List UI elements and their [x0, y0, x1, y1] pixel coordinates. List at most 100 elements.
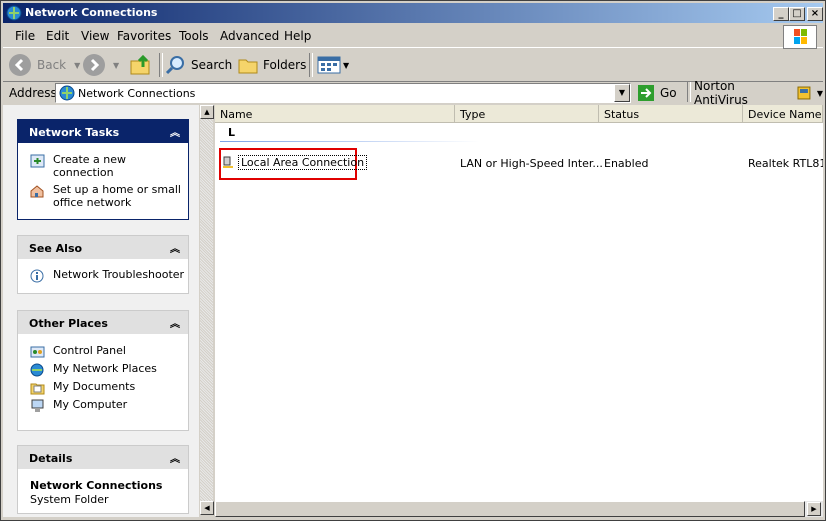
- details-panel: Details ︽ Network Connections System Fol…: [17, 445, 189, 514]
- forward-arrow-icon: [83, 54, 105, 76]
- task-label: My Computer: [53, 398, 128, 411]
- menu-favorites[interactable]: Favorites: [117, 29, 171, 43]
- group-divider: [220, 141, 480, 142]
- network-connections-icon: [6, 5, 22, 21]
- minimize-button[interactable]: _: [773, 7, 789, 21]
- address-field[interactable]: Network Connections ▼: [55, 83, 631, 103]
- column-header-name[interactable]: Name: [215, 105, 455, 123]
- other-places-header[interactable]: Other Places ︽: [18, 311, 188, 334]
- toolbar-separator: [687, 82, 691, 102]
- folders-button[interactable]: Folders: [237, 53, 306, 77]
- my-documents-link[interactable]: My Documents: [18, 380, 188, 395]
- views-dropdown-icon[interactable]: ▼: [343, 61, 349, 70]
- see-also-header[interactable]: See Also ︽: [18, 236, 188, 259]
- go-arrow-icon: [638, 85, 654, 101]
- info-icon: [30, 269, 44, 283]
- panel-title: Other Places: [29, 317, 108, 330]
- back-label: Back: [37, 58, 67, 72]
- norton-dropdown-icon[interactable]: ▼: [817, 89, 823, 98]
- scroll-right-button[interactable]: ▶: [807, 502, 821, 516]
- panel-title: See Also: [29, 242, 83, 255]
- title-bar[interactable]: Network Connections _ □ ×: [3, 3, 823, 23]
- collapse-icon[interactable]: ︽: [170, 450, 180, 465]
- column-header-type[interactable]: Type: [455, 105, 599, 123]
- my-computer-link[interactable]: My Computer: [18, 398, 188, 412]
- home-network-icon: [30, 185, 44, 198]
- back-arrow-icon: [9, 54, 31, 76]
- create-connection-link[interactable]: Create a new connection: [18, 153, 188, 179]
- menu-edit[interactable]: Edit: [46, 29, 69, 43]
- menu-help[interactable]: Help: [284, 29, 311, 43]
- task-pane: Network Tasks ︽ Create a new connection …: [3, 105, 199, 517]
- standard-toolbar: Back ▼ ▼ Search Folders ▼: [3, 49, 823, 82]
- my-computer-icon: [31, 399, 44, 412]
- go-label: Go: [660, 86, 677, 100]
- folders-label: Folders: [263, 58, 307, 72]
- lan-connection-icon: [223, 156, 233, 168]
- column-header-status[interactable]: Status: [599, 105, 743, 123]
- views-icon: [317, 56, 341, 74]
- menu-file[interactable]: File: [15, 29, 35, 43]
- network-connections-icon: [59, 85, 75, 101]
- connection-device: Realtek RTL813: [748, 157, 823, 170]
- search-icon: [165, 56, 184, 75]
- control-panel-icon: [30, 346, 45, 358]
- window-title: Network Connections: [25, 6, 158, 19]
- connection-name: Local Area Connection: [238, 154, 368, 170]
- see-also-panel: See Also ︽ Network Troubleshooter: [17, 235, 189, 294]
- horizontal-scrollbar[interactable]: ▶: [215, 501, 823, 517]
- scroll-thumb[interactable]: [215, 501, 805, 517]
- menu-tools[interactable]: Tools: [179, 29, 209, 43]
- collapse-icon[interactable]: ︽: [170, 124, 180, 139]
- collapse-icon[interactable]: ︽: [170, 315, 180, 330]
- task-label: Create a new connection: [53, 153, 127, 179]
- address-bar: Address Network Connections ▼ Go Norton …: [3, 79, 823, 107]
- network-tasks-panel: Network Tasks ︽ Create a new connection …: [17, 119, 189, 220]
- group-header: L: [228, 126, 236, 139]
- norton-label: Norton AntiVirus: [694, 79, 748, 107]
- norton-antivirus-button[interactable]: Norton AntiVirus ▼: [694, 79, 823, 107]
- home-network-link[interactable]: Set up a home or small office network: [18, 183, 188, 209]
- toolbar-separator: [159, 53, 163, 77]
- folders-icon: [238, 59, 258, 74]
- close-button[interactable]: ×: [807, 7, 823, 21]
- scroll-left-button[interactable]: ◀: [200, 501, 214, 515]
- network-places-icon: [30, 363, 44, 377]
- scroll-up-button[interactable]: ▲: [200, 105, 214, 119]
- task-label: Network Troubleshooter: [53, 268, 185, 281]
- search-button[interactable]: Search: [165, 53, 232, 77]
- table-row[interactable]: Local Area Connection: [221, 154, 368, 170]
- connection-status: Enabled: [604, 157, 649, 170]
- up-folder-icon: [130, 54, 150, 75]
- my-network-places-link[interactable]: My Network Places: [18, 362, 188, 377]
- network-tasks-header[interactable]: Network Tasks ︽: [18, 120, 188, 143]
- windows-logo-icon: [783, 25, 817, 49]
- maximize-button[interactable]: □: [789, 7, 805, 21]
- task-pane-scrollbar[interactable]: [200, 105, 213, 501]
- file-list-view: Name Type Status Device Name L Local Are…: [215, 105, 823, 501]
- details-description: System Folder: [30, 493, 109, 506]
- network-troubleshooter-link[interactable]: Network Troubleshooter: [18, 268, 188, 283]
- back-button[interactable]: Back ▼: [9, 53, 80, 77]
- task-label: Control Panel: [53, 344, 126, 357]
- address-label: Address: [9, 86, 57, 100]
- address-dropdown-button[interactable]: ▼: [614, 84, 630, 102]
- new-connection-icon: [30, 154, 45, 168]
- collapse-icon[interactable]: ︽: [170, 240, 180, 255]
- my-documents-icon: [30, 383, 45, 395]
- control-panel-link[interactable]: Control Panel: [18, 344, 188, 358]
- connection-type: LAN or High-Speed Inter...: [460, 157, 603, 170]
- menu-advanced[interactable]: Advanced: [220, 29, 279, 43]
- task-label: My Network Places: [53, 362, 157, 375]
- go-button[interactable]: Go: [637, 82, 677, 104]
- up-folder-button[interactable]: [129, 53, 153, 77]
- task-label: Set up a home or small office network: [53, 183, 181, 209]
- menu-view[interactable]: View: [81, 29, 109, 43]
- views-button[interactable]: ▼: [317, 53, 349, 77]
- forward-button[interactable]: ▼: [83, 53, 119, 77]
- details-header[interactable]: Details ︽: [18, 446, 188, 469]
- details-name: Network Connections: [30, 479, 163, 492]
- back-dropdown-icon[interactable]: ▼: [74, 61, 80, 70]
- column-header-device-name[interactable]: Device Name: [743, 105, 823, 123]
- forward-dropdown-icon[interactable]: ▼: [113, 61, 119, 70]
